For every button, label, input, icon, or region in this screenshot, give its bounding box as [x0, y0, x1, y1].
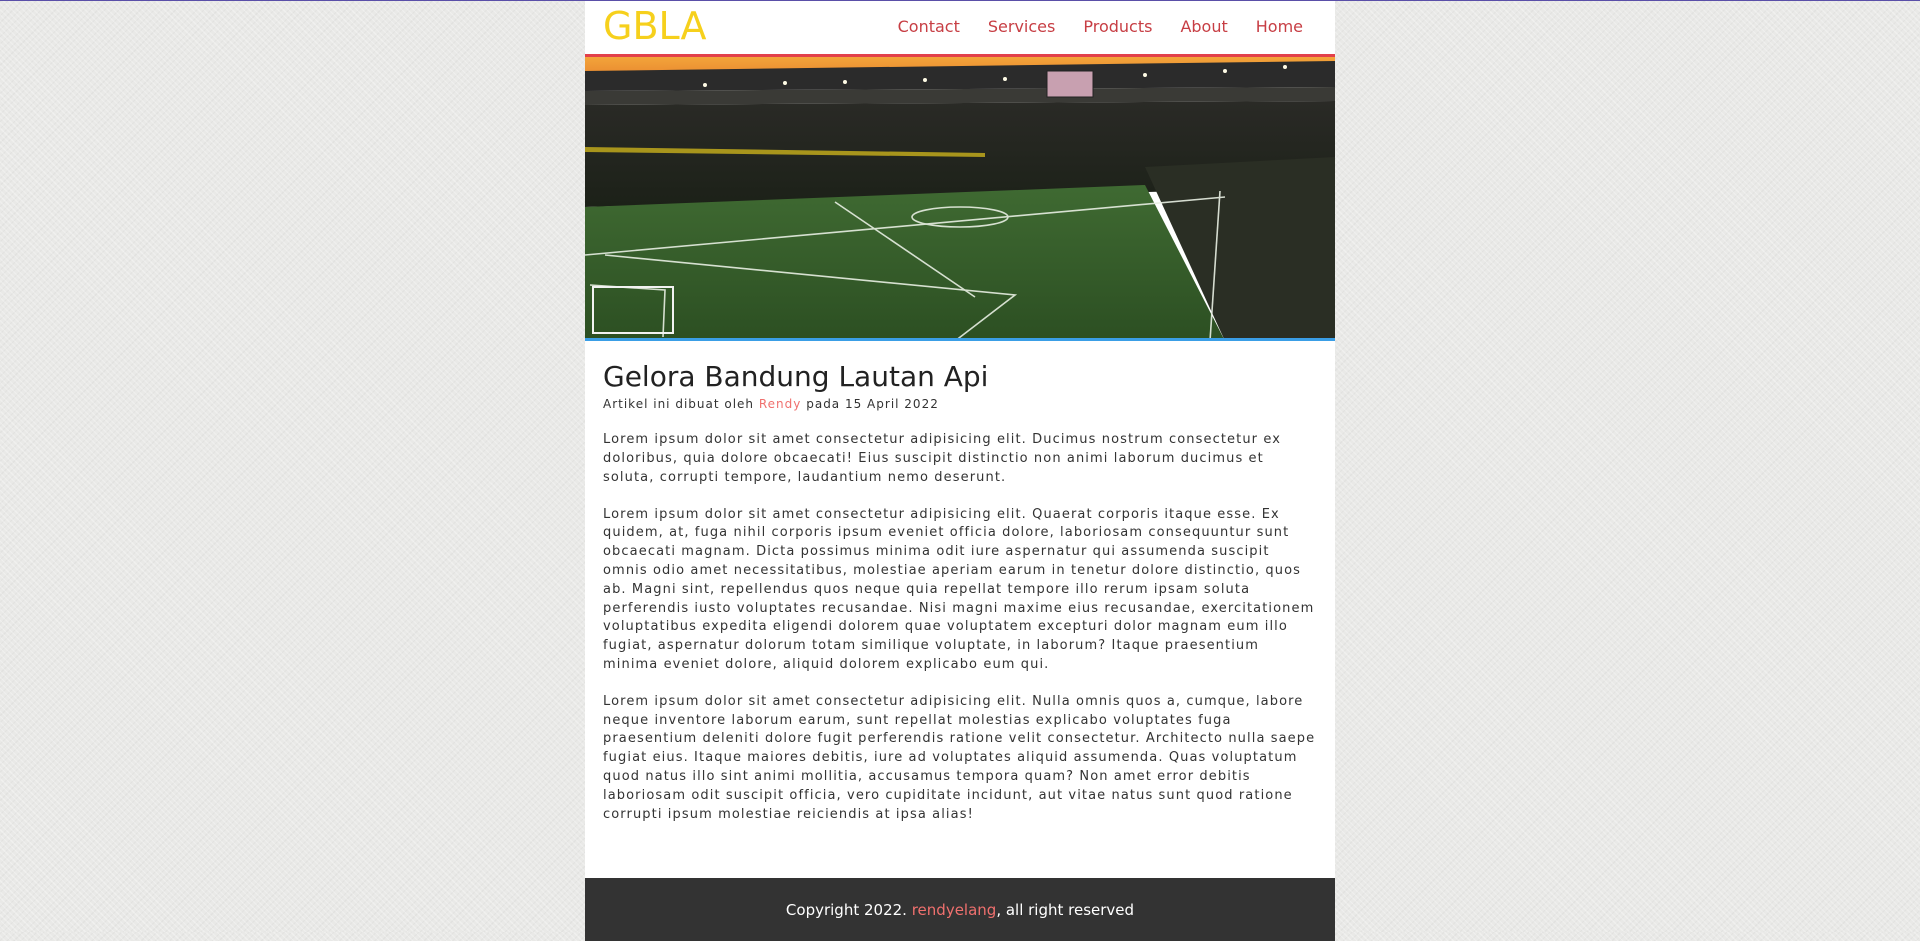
article-paragraph-1: Lorem ipsum dolor sit amet consectetur a…	[603, 432, 1282, 485]
author-link[interactable]: Rendy	[759, 397, 802, 411]
nav-link-about[interactable]: About	[1180, 17, 1227, 36]
meta-suffix: pada 15 April 2022	[806, 397, 939, 412]
footer-handle-link[interactable]: rendyelang	[912, 901, 997, 919]
meta-prefix: Artikel ini dibuat oleh	[603, 397, 755, 412]
nav-link-products[interactable]: Products	[1083, 17, 1152, 36]
article-title: Gelora Bandung Lautan Api	[603, 360, 989, 393]
nav-link-services[interactable]: Services	[988, 17, 1055, 36]
stadium-photo	[585, 57, 1335, 338]
main-nav: Contact Services Products About Home	[870, 17, 1303, 36]
footer-suffix: , all right reserved	[996, 900, 1135, 919]
article-meta: Artikel ini dibuat oleh Rendy pada 15 Ap…	[603, 397, 1317, 411]
hero-stadium-image	[585, 57, 1335, 341]
site-header: GBLA Contact Services Products About Hom…	[585, 1, 1335, 57]
nav-link-home[interactable]: Home	[1256, 17, 1303, 36]
article-paragraph-3: Lorem ipsum dolor sit amet consectetur a…	[603, 693, 1316, 822]
site-logo[interactable]: GBLA	[603, 7, 707, 45]
footer-copyright: Copyright 2022.	[785, 900, 907, 919]
article: Gelora Bandung Lautan Api Artikel ini di…	[585, 341, 1335, 878]
page-container: GBLA Contact Services Products About Hom…	[585, 1, 1335, 941]
article-paragraph-2: Lorem ipsum dolor sit amet consectetur a…	[603, 506, 1315, 672]
nav-link-contact[interactable]: Contact	[898, 17, 960, 36]
